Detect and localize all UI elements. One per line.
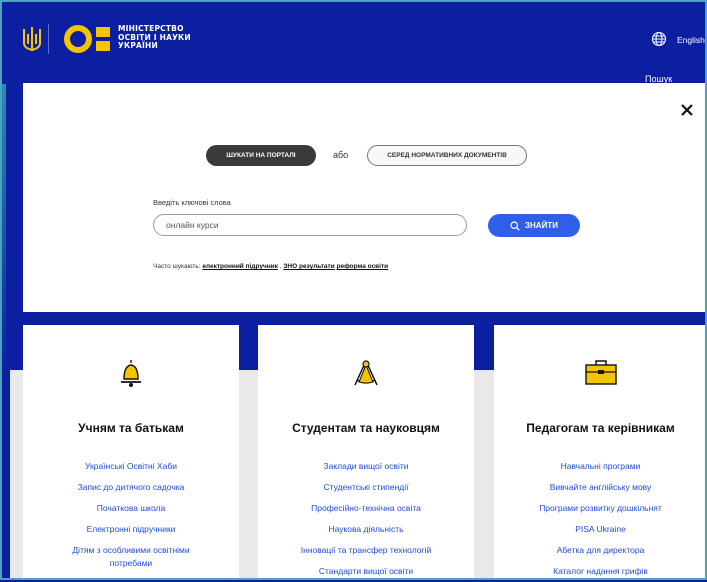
logo-divider xyxy=(48,24,49,54)
card-link[interactable]: Дітям з особливими освітніми потребами xyxy=(23,540,239,569)
frequent-searches: Часто шукають: електронний підручник , З… xyxy=(153,263,389,270)
close-icon[interactable] xyxy=(679,102,695,118)
or-label: або xyxy=(333,150,349,160)
card-link[interactable]: Наукова діяльність xyxy=(258,519,474,540)
card-link[interactable]: Абетка для директора xyxy=(494,540,707,561)
card-link[interactable]: Каталог надання грифів xyxy=(494,561,707,582)
frequent-label: Часто шукають: xyxy=(153,263,201,270)
card-title: Студентам та науковцям xyxy=(292,421,440,435)
card-link[interactable]: Програми розвитку дошкільнят xyxy=(494,498,707,519)
keyword-label: Введіть ключові слова xyxy=(153,198,231,207)
ministry-line: УКРАЇНИ xyxy=(118,41,158,50)
compass-icon xyxy=(258,358,474,388)
card-link[interactable]: Запис до дитячого садочка xyxy=(23,477,239,498)
trident-icon xyxy=(23,27,41,52)
search-documents-button[interactable]: СЕРЕД НОРМАТИВНИХ ДОКУМЕНТІВ xyxy=(367,145,527,166)
bell-icon xyxy=(23,358,239,388)
ministry-name[interactable]: МІНІСТЕРСТВО ОСВІТИ І НАУКИ УКРАЇНИ xyxy=(118,24,191,51)
language-switch[interactable]: English xyxy=(677,35,705,45)
card-link[interactable]: Заклади вищої освіти xyxy=(258,456,474,477)
search-input[interactable] xyxy=(153,214,467,236)
card-link[interactable]: Вивчайте англійську мову xyxy=(494,477,707,498)
card-link[interactable]: Навчальні програми xyxy=(494,456,707,477)
frequent-link[interactable]: реформа освіти xyxy=(337,263,389,270)
card-link-label: Дітям з особливими освітніми потребами xyxy=(72,545,190,568)
frequent-link[interactable]: електронний підручник xyxy=(202,263,278,270)
card-links: Українські Освітні Хаби Запис до дитячог… xyxy=(23,456,239,569)
site-header: МІНІСТЕРСТВО ОСВІТИ І НАУКИ УКРАЇНИ Engl… xyxy=(0,0,707,84)
background-accent xyxy=(0,75,6,375)
card-link[interactable]: Професійно-технічна освіта xyxy=(258,498,474,519)
frequent-link[interactable]: ЗНО результати xyxy=(283,263,334,270)
mon-logo[interactable] xyxy=(64,24,112,54)
search-icon xyxy=(510,220,520,231)
card-link[interactable]: Інновації та трансфер технологій xyxy=(258,540,474,561)
card-links: Заклади вищої освіти Студентські стипенд… xyxy=(258,456,474,582)
card-link[interactable]: Стандарти вищої освіти xyxy=(258,561,474,582)
globe-icon[interactable] xyxy=(651,31,667,47)
audience-card-researchers: Студентам та науковцям Заклади вищої осв… xyxy=(258,325,474,580)
search-modal: ШУКАТИ НА ПОРТАЛІ або СЕРЕД НОРМАТИВНИХ … xyxy=(23,83,707,312)
card-links: Навчальні програми Вивчайте англійську м… xyxy=(494,456,707,582)
find-button[interactable]: ЗНАЙТИ xyxy=(488,214,580,237)
find-label: ЗНАЙТИ xyxy=(525,221,558,230)
briefcase-icon xyxy=(494,358,707,386)
card-link[interactable]: PISA Ukraine xyxy=(494,519,707,540)
card-link[interactable]: Українські Освітні Хаби xyxy=(23,456,239,477)
card-title: Учням та батькам xyxy=(78,421,184,435)
audience-card-teachers: Педагогам та керівникам Навчальні програ… xyxy=(494,325,707,580)
card-link[interactable]: Електронні підручники xyxy=(23,519,239,540)
card-link[interactable]: Початкова школа xyxy=(23,498,239,519)
card-title: Педагогам та керівникам xyxy=(526,421,675,435)
audience-card-students: Учням та батькам Українські Освітні Хаби… xyxy=(23,325,239,580)
card-link[interactable]: Студентські стипендії xyxy=(258,477,474,498)
search-portal-button[interactable]: ШУКАТИ НА ПОРТАЛІ xyxy=(206,145,316,166)
